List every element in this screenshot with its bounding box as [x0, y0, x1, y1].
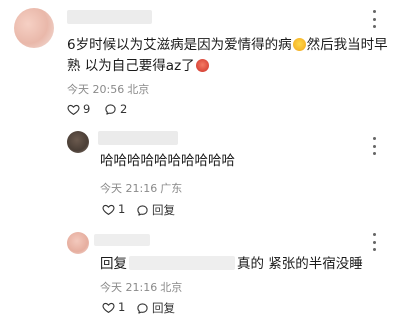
like-button[interactable]: 1 [102, 300, 125, 314]
timestamp: 今天 21:16 [100, 182, 158, 195]
comment-body: 真的 紧张的半宿没睡 [237, 256, 363, 272]
comment-thread: 6岁时候以为艾滋病是因为爱情得的病 然后我当时早 熟 以为自己要得az了 今天 2… [0, 0, 400, 329]
comment-meta: 今天 21:16 北京 [100, 279, 182, 295]
location: 北京 [127, 83, 150, 96]
reply-label: 回复 [152, 203, 175, 217]
comment-text: 回复 真的 紧张的半宿没睡 [100, 254, 363, 275]
more-options-icon[interactable] [372, 233, 376, 251]
location: 广东 [160, 182, 183, 195]
comment-meta: 今天 21:16 广东 [100, 180, 182, 196]
location: 北京 [160, 281, 183, 294]
comment-text-continued: 熟 以为自己要得az了 [67, 56, 210, 77]
timestamp: 今天 21:16 [100, 281, 158, 294]
like-button[interactable]: 9 [67, 102, 90, 116]
love-face-icon [195, 59, 209, 72]
avatar[interactable] [14, 8, 54, 48]
reply-button[interactable]: 回复 [136, 202, 175, 218]
like-button[interactable]: 1 [102, 202, 125, 216]
reply-count: 2 [120, 102, 128, 116]
reply-prefix: 回复 [100, 256, 127, 272]
like-count: 9 [83, 102, 91, 116]
heart-icon [102, 302, 115, 313]
more-options-icon[interactable] [372, 10, 376, 28]
username-redacted[interactable] [94, 234, 150, 246]
comment-bubble-icon [137, 204, 148, 216]
reply-count-button[interactable]: 2 [104, 102, 127, 116]
reply-button[interactable]: 回复 [136, 300, 175, 316]
comment-bubble-icon [137, 302, 148, 314]
avatar[interactable] [67, 232, 89, 254]
comment-text: 哈哈哈哈哈哈哈哈哈哈 [100, 153, 235, 169]
reply-label: 回复 [152, 301, 175, 315]
comment-bubble-icon [105, 103, 116, 115]
more-options-icon[interactable] [372, 137, 376, 155]
grinning-face-icon [292, 38, 306, 51]
heart-icon [67, 104, 80, 115]
heart-icon [102, 204, 115, 215]
mention-redacted[interactable] [129, 256, 235, 270]
comment-meta: 今天 20:56 北京 [67, 81, 149, 97]
like-count: 1 [118, 300, 126, 314]
username-redacted[interactable] [67, 10, 152, 24]
timestamp: 今天 20:56 [67, 83, 125, 96]
comment-text: 6岁时候以为艾滋病是因为爱情得的病 然后我当时早 [67, 37, 388, 53]
avatar[interactable] [67, 131, 89, 153]
like-count: 1 [118, 202, 126, 216]
username-redacted[interactable] [98, 131, 178, 145]
